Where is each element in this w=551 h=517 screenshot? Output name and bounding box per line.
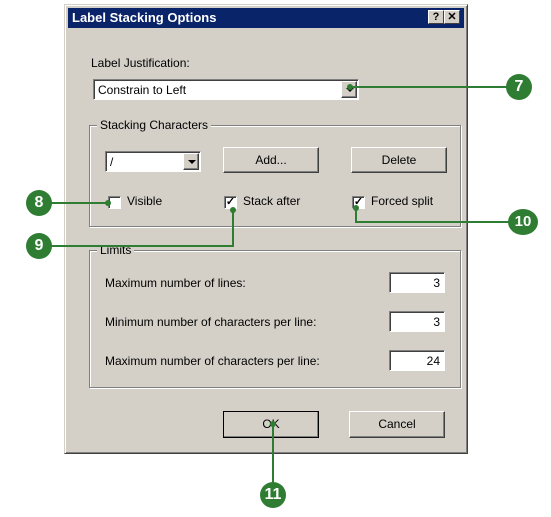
callout-10-leader-h bbox=[355, 221, 511, 223]
stacking-character-value: / bbox=[110, 155, 114, 169]
max-lines-value: 3 bbox=[433, 276, 440, 290]
min-chars-input[interactable]: 3 bbox=[389, 311, 445, 332]
stacking-character-dropdown-button[interactable] bbox=[183, 153, 199, 170]
min-chars-label: Minimum number of characters per line: bbox=[105, 315, 317, 329]
callout-7-leader bbox=[350, 86, 510, 88]
close-button[interactable]: ✕ bbox=[444, 10, 460, 24]
stacking-characters-group bbox=[89, 125, 461, 227]
max-lines-input[interactable]: 3 bbox=[389, 272, 445, 293]
justification-value: Constrain to Left bbox=[98, 83, 187, 97]
max-lines-label: Maximum number of lines: bbox=[105, 276, 246, 290]
callout-10-dot bbox=[353, 205, 359, 211]
callout-8-badge: 8 bbox=[26, 190, 52, 216]
label-stacking-dialog: Label Stacking Options ? ✕ Label Justifi… bbox=[64, 4, 468, 454]
min-chars-value: 3 bbox=[433, 315, 440, 329]
visible-label: Visible bbox=[127, 194, 163, 208]
add-button-label: Add... bbox=[255, 153, 287, 167]
callout-7-badge: 7 bbox=[506, 74, 532, 100]
dialog-title: Label Stacking Options bbox=[72, 10, 217, 25]
title-bar[interactable]: Label Stacking Options ? ✕ bbox=[68, 8, 464, 28]
delete-button-label: Delete bbox=[381, 153, 417, 167]
callout-7-dot bbox=[347, 84, 353, 90]
max-chars-value: 24 bbox=[426, 354, 440, 368]
stacking-characters-title: Stacking Characters bbox=[97, 118, 212, 132]
cancel-button-label: Cancel bbox=[378, 417, 416, 431]
callout-9-leader-h bbox=[50, 245, 234, 247]
stack-after-label: Stack after bbox=[243, 194, 301, 208]
help-button[interactable]: ? bbox=[428, 10, 444, 24]
delete-button[interactable]: Delete bbox=[351, 147, 447, 173]
callout-9-leader-v bbox=[232, 210, 234, 247]
cancel-button[interactable]: Cancel bbox=[349, 411, 445, 438]
callout-8-leader bbox=[50, 202, 108, 204]
callout-8-dot bbox=[105, 200, 111, 206]
justification-label: Label Justification: bbox=[91, 56, 190, 70]
callout-11-dot bbox=[270, 421, 276, 427]
callout-10-badge: 10 bbox=[508, 209, 538, 235]
callout-9-badge: 9 bbox=[26, 233, 52, 259]
justification-select[interactable]: Constrain to Left bbox=[93, 79, 359, 100]
max-chars-input[interactable]: 24 bbox=[389, 350, 445, 371]
chevron-down-icon bbox=[188, 160, 196, 164]
forced-split-label: Forced split bbox=[371, 194, 434, 208]
add-button[interactable]: Add... bbox=[223, 147, 319, 173]
stacking-character-select[interactable]: / bbox=[105, 151, 201, 172]
max-chars-label: Maximum number of characters per line: bbox=[105, 354, 320, 368]
callout-11-leader bbox=[272, 424, 274, 486]
callout-11-badge: 11 bbox=[260, 482, 286, 508]
callout-9-dot bbox=[230, 207, 236, 213]
